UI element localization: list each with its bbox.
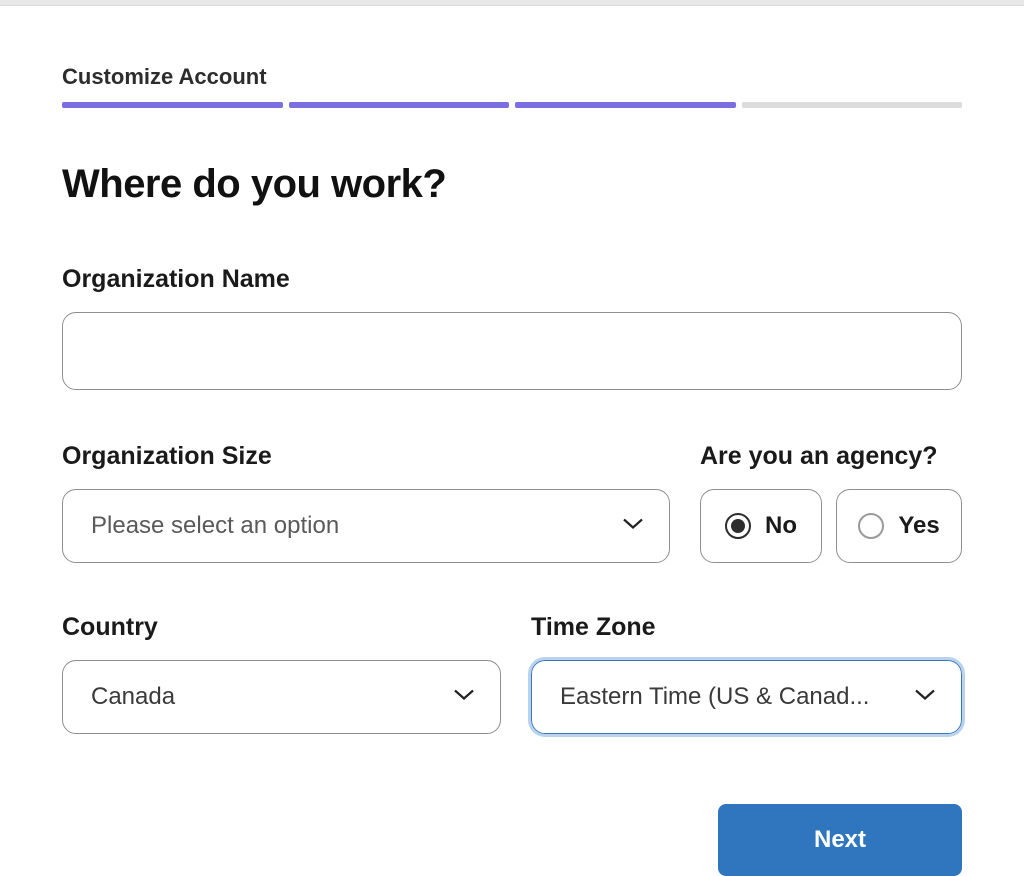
- org-size-block: Organization Size Please select an optio…: [62, 442, 670, 563]
- timezone-block: Time Zone Eastern Time (US & Canad...: [531, 613, 962, 734]
- org-size-select[interactable]: Please select an option: [62, 489, 670, 563]
- org-name-input[interactable]: [62, 312, 962, 390]
- timezone-select[interactable]: Eastern Time (US & Canad...: [531, 660, 962, 734]
- page-title: Where do you work?: [62, 162, 962, 207]
- country-block: Country Canada: [62, 613, 501, 734]
- agency-no-label: No: [765, 512, 797, 540]
- org-size-label: Organization Size: [62, 442, 670, 471]
- progress-bar: [62, 102, 962, 108]
- step-label: Customize Account: [62, 64, 962, 90]
- timezone-value: Eastern Time (US & Canad...: [560, 683, 869, 711]
- agency-no-option[interactable]: No: [700, 489, 822, 563]
- progress-seg-3: [515, 102, 736, 108]
- form-container: Customize Account Where do you work? Org…: [0, 6, 1024, 876]
- country-value: Canada: [91, 683, 175, 711]
- agency-radio-group: No Yes: [700, 489, 962, 563]
- timezone-label: Time Zone: [531, 613, 962, 642]
- agency-block: Are you an agency? No Yes: [700, 442, 962, 563]
- org-size-agency-row: Organization Size Please select an optio…: [62, 442, 962, 563]
- agency-yes-option[interactable]: Yes: [836, 489, 962, 563]
- radio-icon: [725, 513, 751, 539]
- country-select[interactable]: Canada: [62, 660, 501, 734]
- next-button[interactable]: Next: [718, 804, 962, 876]
- org-name-block: Organization Name: [62, 265, 962, 390]
- org-name-label: Organization Name: [62, 265, 962, 294]
- progress-seg-1: [62, 102, 283, 108]
- country-label: Country: [62, 613, 501, 642]
- radio-icon: [858, 513, 884, 539]
- progress-seg-4: [742, 102, 963, 108]
- country-tz-row: Country Canada Time Zone Eastern Time (U…: [62, 613, 962, 734]
- progress-seg-2: [289, 102, 510, 108]
- footer: Next: [62, 804, 962, 876]
- org-size-value: Please select an option: [91, 512, 339, 540]
- agency-yes-label: Yes: [898, 512, 939, 540]
- agency-label: Are you an agency?: [700, 442, 962, 471]
